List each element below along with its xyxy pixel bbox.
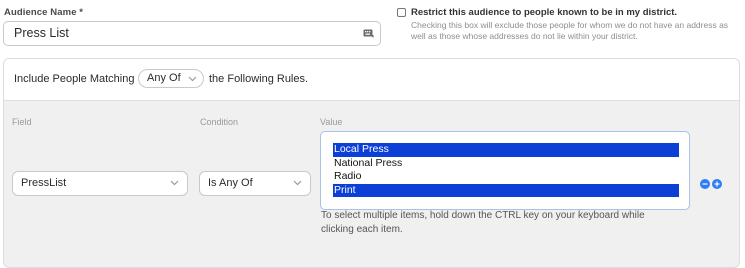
value-option[interactable]: Local Press bbox=[333, 143, 679, 157]
condition-column-header: Condition bbox=[200, 117, 239, 127]
rules-panel: Include People Matching Any Of the Follo… bbox=[3, 58, 740, 268]
remove-rule-button[interactable] bbox=[700, 179, 710, 189]
value-option[interactable]: Print bbox=[333, 183, 679, 197]
match-mode-select[interactable]: Any Of bbox=[138, 69, 204, 88]
plus-icon bbox=[714, 181, 720, 187]
field-select-value: PressList bbox=[21, 177, 67, 189]
match-bar: Include People Matching Any Of the Follo… bbox=[4, 59, 739, 101]
field-column-header: Field bbox=[12, 117, 32, 127]
audience-name-label: Audience Name * bbox=[4, 7, 84, 18]
value-column-header: Value bbox=[320, 117, 343, 127]
value-option[interactable]: National Press bbox=[333, 157, 679, 171]
match-mode-value: Any Of bbox=[147, 72, 181, 84]
audience-name-input[interactable]: Press List bbox=[3, 21, 381, 46]
condition-select[interactable]: Is Any Of bbox=[199, 171, 311, 196]
minus-icon bbox=[702, 183, 708, 185]
add-rule-button[interactable] bbox=[712, 179, 722, 189]
match-prefix: Include People Matching bbox=[14, 73, 135, 85]
condition-select-value: Is Any Of bbox=[208, 177, 253, 189]
match-suffix: the Following Rules. bbox=[209, 73, 309, 85]
restrict-checkbox-label[interactable]: Restrict this audience to people known t… bbox=[411, 7, 677, 18]
chevron-down-icon bbox=[293, 180, 302, 186]
value-multiselect[interactable]: Local Press National Press Radio Print bbox=[320, 131, 690, 210]
audience-name-value: Press List bbox=[14, 26, 69, 40]
field-select[interactable]: PressList bbox=[12, 171, 188, 196]
chevron-down-icon bbox=[170, 180, 179, 186]
value-option[interactable]: Radio bbox=[333, 170, 679, 184]
keyboard-icon[interactable] bbox=[363, 28, 374, 39]
restrict-checkbox[interactable] bbox=[397, 8, 406, 17]
chevron-down-icon bbox=[188, 76, 197, 82]
multiselect-hint: To select multiple items, hold down the … bbox=[321, 210, 645, 235]
restrict-help-text: Checking this box will exclude those peo… bbox=[411, 20, 729, 41]
